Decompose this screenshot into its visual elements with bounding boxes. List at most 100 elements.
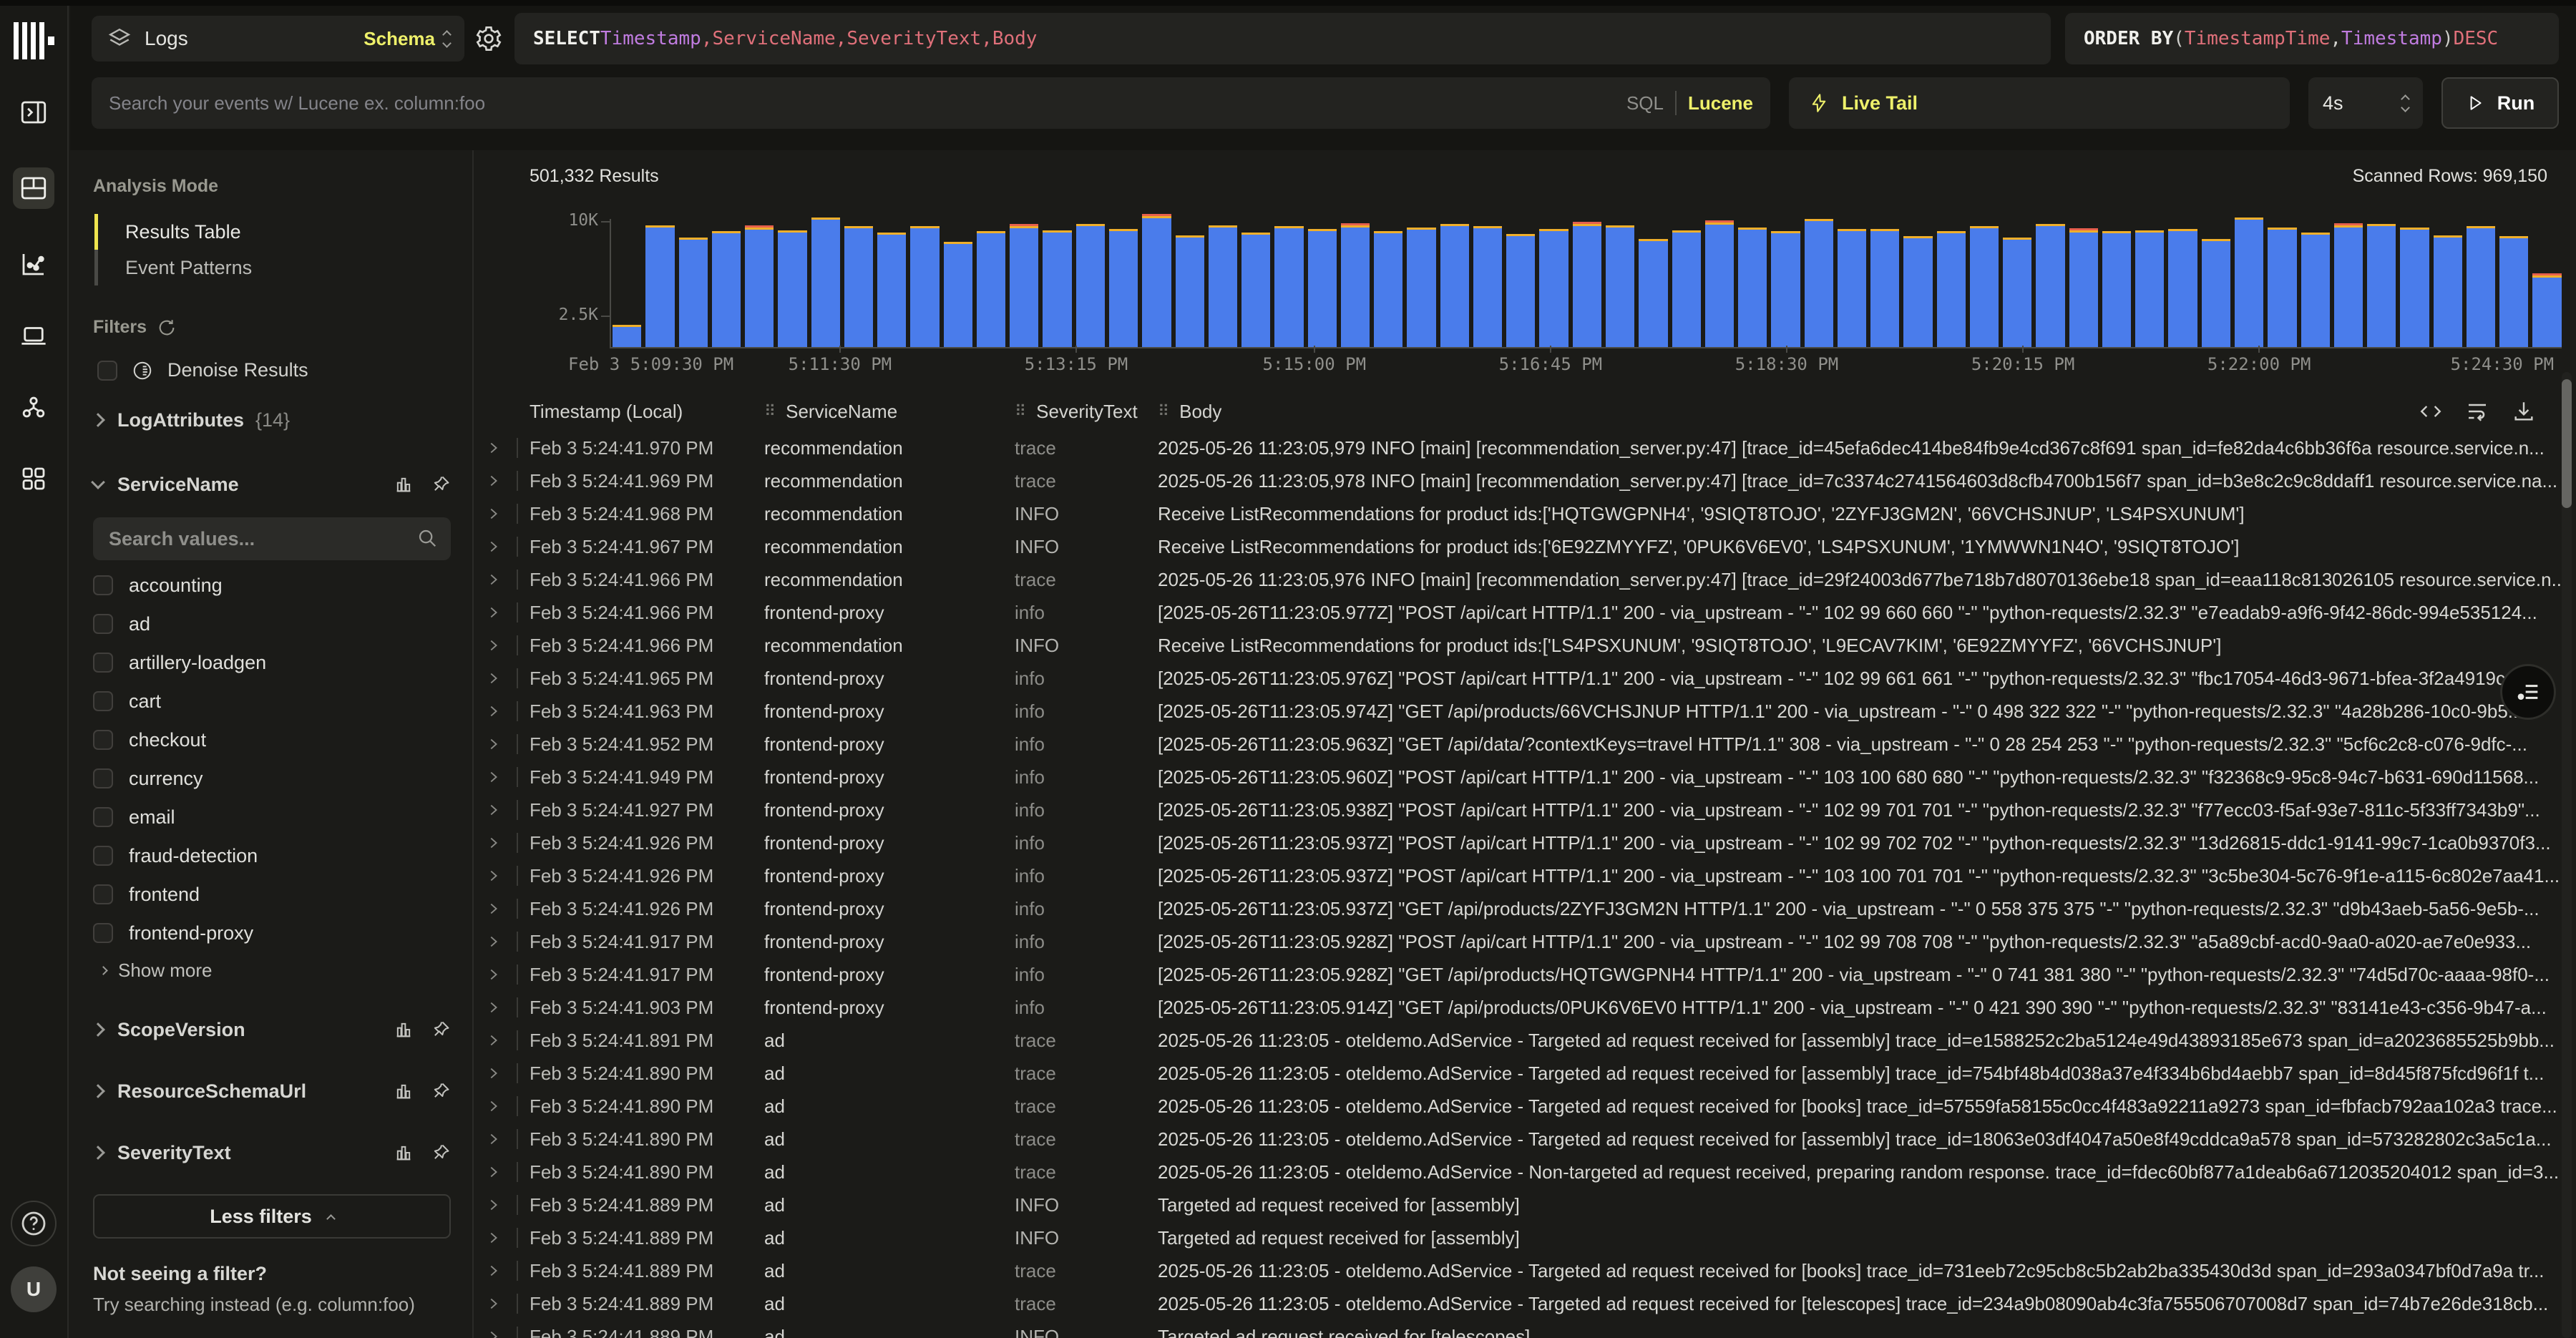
drag-handle-icon[interactable]: ⠿ bbox=[764, 402, 776, 421]
table-row[interactable]: Feb 3 5:24:41.889 PMadINFOTargeted ad re… bbox=[475, 1221, 2576, 1254]
service-checkbox[interactable] bbox=[93, 807, 113, 827]
histogram-bar[interactable] bbox=[1970, 226, 1999, 347]
bar-chart-icon[interactable] bbox=[394, 474, 414, 494]
table-row[interactable]: Feb 3 5:24:41.889 PMadtrace2025-05-26 11… bbox=[475, 1254, 2576, 1287]
histogram-bar[interactable] bbox=[1639, 239, 1667, 347]
table-row[interactable]: Feb 3 5:24:41.926 PMfrontend-proxyinfo[2… bbox=[475, 826, 2576, 859]
dashboards-icon[interactable] bbox=[17, 462, 50, 495]
service-checkbox[interactable] bbox=[93, 846, 113, 866]
row-expand-icon[interactable] bbox=[485, 1197, 517, 1213]
row-expand-icon[interactable] bbox=[485, 605, 517, 620]
less-filters-button[interactable]: Less filters bbox=[93, 1194, 451, 1239]
pin-icon[interactable] bbox=[431, 1081, 451, 1101]
histogram-bar[interactable] bbox=[1308, 229, 1337, 347]
filter-group-logattributes[interactable]: LogAttributes {14} bbox=[93, 400, 451, 440]
table-row[interactable]: Feb 3 5:24:41.891 PMadtrace2025-05-26 11… bbox=[475, 1024, 2576, 1057]
histogram-bar[interactable] bbox=[2532, 273, 2561, 347]
search-logs-view-icon[interactable] bbox=[13, 167, 54, 209]
denoise-checkbox[interactable] bbox=[97, 361, 117, 381]
histogram-bar[interactable] bbox=[1473, 226, 1502, 347]
row-expand-icon[interactable] bbox=[485, 967, 517, 982]
histogram-bar[interactable] bbox=[2102, 231, 2131, 347]
histogram-bar[interactable] bbox=[2268, 228, 2296, 347]
code-view-icon[interactable] bbox=[2419, 399, 2443, 424]
chart-explorer-icon[interactable] bbox=[17, 248, 50, 280]
service-value-row[interactable]: frontend bbox=[93, 875, 451, 914]
lucene-toggle[interactable]: Lucene bbox=[1688, 92, 1753, 114]
histogram-bar[interactable] bbox=[1374, 231, 1402, 347]
table-row[interactable]: Feb 3 5:24:41.952 PMfrontend-proxyinfo[2… bbox=[475, 728, 2576, 761]
histogram-bar[interactable] bbox=[2003, 238, 2031, 347]
live-tail-button[interactable]: Live Tail bbox=[1789, 77, 2290, 129]
service-value-row[interactable]: email bbox=[93, 798, 451, 836]
mode-results-table[interactable]: Results Table bbox=[94, 214, 451, 250]
histogram-bar[interactable] bbox=[2069, 228, 2098, 347]
row-expand-icon[interactable] bbox=[485, 1065, 517, 1081]
row-expand-icon[interactable] bbox=[485, 802, 517, 818]
histogram-bar[interactable] bbox=[2135, 230, 2164, 347]
bar-chart-icon[interactable] bbox=[394, 1081, 414, 1101]
refresh-interval-select[interactable]: 4s bbox=[2308, 77, 2423, 129]
run-button[interactable]: Run bbox=[2441, 77, 2559, 129]
table-row[interactable]: Feb 3 5:24:41.890 PMadtrace2025-05-26 11… bbox=[475, 1123, 2576, 1156]
service-value-row[interactable]: checkout bbox=[93, 721, 451, 759]
download-icon[interactable] bbox=[2512, 399, 2536, 424]
drag-handle-icon[interactable]: ⠿ bbox=[1158, 402, 1169, 421]
histogram-bar[interactable] bbox=[1440, 224, 1469, 347]
histogram-bar[interactable] bbox=[1407, 228, 1435, 347]
histogram-bar[interactable] bbox=[2168, 229, 2197, 347]
source-selector[interactable]: Logs Schema bbox=[92, 16, 464, 62]
row-expand-icon[interactable] bbox=[485, 901, 517, 917]
column-header-timestamp[interactable]: Timestamp (Local) bbox=[530, 401, 764, 423]
sessions-icon[interactable] bbox=[17, 319, 50, 352]
histogram-bar[interactable] bbox=[2434, 235, 2462, 347]
row-expand-icon[interactable] bbox=[485, 440, 517, 456]
service-value-row[interactable]: currency bbox=[93, 759, 451, 798]
row-expand-icon[interactable] bbox=[485, 1098, 517, 1114]
histogram-bar[interactable] bbox=[1573, 222, 1601, 347]
wrap-text-icon[interactable] bbox=[2464, 399, 2490, 424]
histogram-bar[interactable] bbox=[745, 225, 774, 347]
histogram-bar[interactable] bbox=[1738, 228, 1767, 347]
table-row[interactable]: Feb 3 5:24:41.966 PMrecommendationINFORe… bbox=[475, 629, 2576, 662]
service-checkbox[interactable] bbox=[93, 730, 113, 750]
row-expand-icon[interactable] bbox=[485, 1230, 517, 1246]
histogram-bar[interactable] bbox=[844, 226, 873, 347]
row-expand-icon[interactable] bbox=[485, 868, 517, 884]
service-checkbox[interactable] bbox=[93, 884, 113, 904]
sql-console-icon[interactable] bbox=[17, 96, 50, 129]
row-expand-icon[interactable] bbox=[485, 1164, 517, 1180]
service-value-row[interactable]: frontend-proxy bbox=[93, 914, 451, 952]
row-expand-icon[interactable] bbox=[485, 1000, 517, 1015]
bar-chart-icon[interactable] bbox=[394, 1143, 414, 1163]
table-row[interactable]: Feb 3 5:24:41.927 PMfrontend-proxyinfo[2… bbox=[475, 793, 2576, 826]
histogram-bar[interactable] bbox=[778, 230, 806, 347]
row-expand-icon[interactable] bbox=[485, 572, 517, 587]
histogram-bar[interactable] bbox=[1805, 219, 1833, 347]
service-checkbox[interactable] bbox=[93, 575, 113, 595]
scrollbar-thumb[interactable] bbox=[2562, 379, 2572, 508]
row-expand-icon[interactable] bbox=[485, 1131, 517, 1147]
histogram-bar[interactable] bbox=[2334, 223, 2363, 347]
drag-handle-icon[interactable]: ⠿ bbox=[1015, 402, 1026, 421]
event-search-input[interactable]: Search your events w/ Lucene ex. column:… bbox=[92, 77, 1770, 129]
histogram-bar[interactable] bbox=[1241, 233, 1270, 347]
table-row[interactable]: Feb 3 5:24:41.967 PMrecommendationINFORe… bbox=[475, 530, 2576, 563]
service-checkbox[interactable] bbox=[93, 691, 113, 711]
table-row[interactable]: Feb 3 5:24:41.965 PMfrontend-proxyinfo[2… bbox=[475, 662, 2576, 695]
table-row[interactable]: Feb 3 5:24:41.968 PMrecommendationINFORe… bbox=[475, 497, 2576, 530]
histogram-bar[interactable] bbox=[1903, 236, 1932, 347]
row-expand-icon[interactable] bbox=[485, 769, 517, 785]
service-value-search-input[interactable] bbox=[93, 517, 451, 560]
event-panel-toggle-button[interactable] bbox=[2500, 664, 2556, 720]
histogram-bar[interactable] bbox=[1937, 231, 1966, 347]
pin-icon[interactable] bbox=[431, 474, 451, 494]
histogram-bar[interactable] bbox=[977, 231, 1005, 347]
histogram-bar[interactable] bbox=[1043, 230, 1071, 347]
bar-chart-icon[interactable] bbox=[394, 1020, 414, 1040]
table-row[interactable]: Feb 3 5:24:41.890 PMadtrace2025-05-26 11… bbox=[475, 1057, 2576, 1090]
service-value-row[interactable]: artillery-loadgen bbox=[93, 643, 451, 682]
sql-toggle[interactable]: SQL bbox=[1626, 92, 1664, 114]
histogram-bar[interactable] bbox=[2036, 224, 2064, 347]
histogram-bar[interactable] bbox=[1341, 223, 1370, 347]
